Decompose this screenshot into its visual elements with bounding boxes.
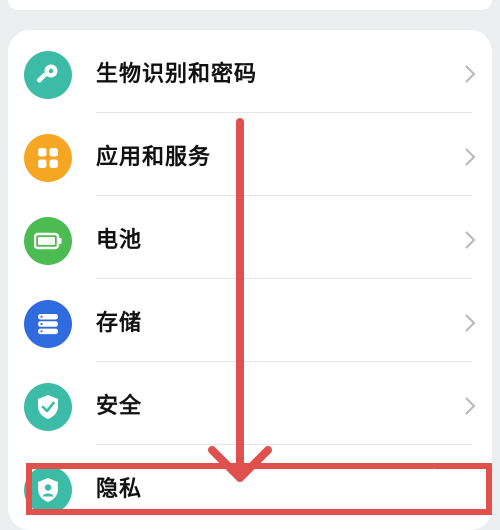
settings-item-security[interactable]: 安全 — [8, 362, 492, 445]
chevron-right-icon — [465, 231, 476, 249]
chevron-right-icon — [465, 65, 476, 83]
settings-item-biometrics-passwords[interactable]: 生物识别和密码 — [8, 30, 492, 113]
settings-item-label: 隐私 — [96, 477, 143, 502]
key-icon — [24, 51, 72, 99]
previous-settings-card — [8, 0, 492, 10]
battery-icon — [24, 217, 72, 265]
chevron-right-icon — [465, 148, 476, 166]
settings-item-battery[interactable]: 电池 — [8, 196, 492, 279]
settings-item-label: 电池 — [96, 228, 143, 253]
settings-item-label: 存储 — [96, 311, 143, 336]
settings-item-label: 安全 — [96, 394, 143, 419]
settings-list-card: 生物识别和密码 应用和服务 电池 存储 安全 隐私 — [8, 30, 492, 530]
privacy-shield-icon — [24, 466, 72, 514]
settings-item-label: 生物识别和密码 — [96, 62, 258, 87]
storage-icon — [24, 300, 72, 348]
settings-item-privacy[interactable]: 隐私 — [8, 445, 492, 528]
chevron-right-icon — [465, 314, 476, 332]
settings-item-apps-services[interactable]: 应用和服务 — [8, 113, 492, 196]
settings-item-label: 应用和服务 — [96, 145, 212, 170]
shield-check-icon — [24, 383, 72, 431]
settings-item-storage[interactable]: 存储 — [8, 279, 492, 362]
apps-grid-icon — [24, 134, 72, 182]
chevron-right-icon — [465, 397, 476, 415]
